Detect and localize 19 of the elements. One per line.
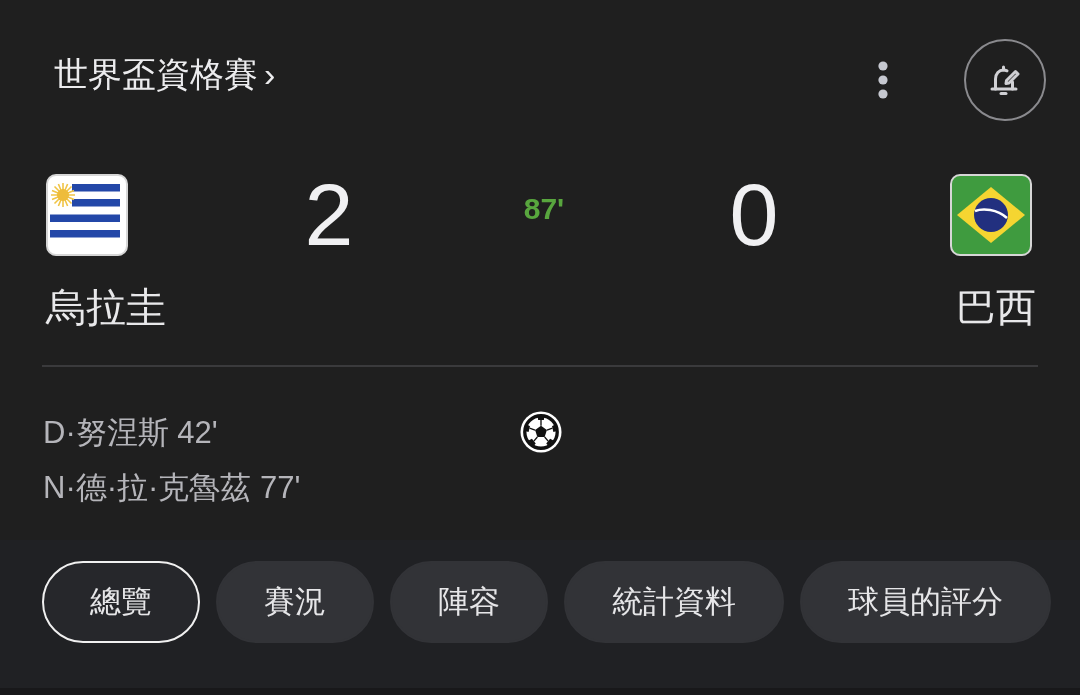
- more-options-icon[interactable]: [878, 61, 888, 99]
- tab[interactable]: 賽況: [216, 561, 374, 643]
- match-minute: 87': [523, 192, 565, 226]
- goal-scorer: N·德·拉·克魯茲 77': [43, 469, 301, 507]
- tab[interactable]: 總覽: [42, 561, 200, 643]
- bell-pencil-icon: [988, 63, 1022, 97]
- competition-link[interactable]: 世界盃資格賽 ›: [54, 52, 276, 98]
- team-name: 烏拉圭: [46, 284, 166, 331]
- tab[interactable]: 陣容: [390, 561, 548, 643]
- brazil-flag-icon: [950, 174, 1032, 256]
- notification-button[interactable]: [964, 39, 1046, 121]
- uruguay-flag-icon: [46, 174, 128, 256]
- team-name: 巴西: [956, 284, 1036, 331]
- tab[interactable]: 統計資料: [564, 561, 784, 643]
- tab[interactable]: 球員的評分: [800, 561, 1051, 643]
- away-score: 0: [729, 174, 779, 256]
- home-score: 2: [304, 174, 354, 256]
- soccer-ball-icon: [519, 411, 562, 453]
- goal-scorer: D·努涅斯 42': [43, 414, 218, 452]
